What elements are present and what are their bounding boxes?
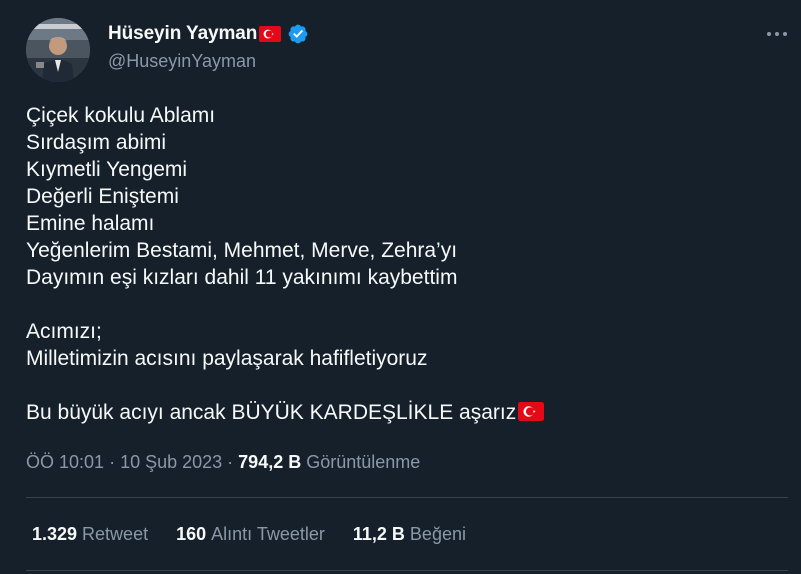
tweet-meta: ÖÖ 10:01 · 10 Şub 2023 · 794,2 B Görüntü… bbox=[26, 452, 420, 473]
meta-separator: · bbox=[227, 452, 239, 472]
tweet-last-line: Bu büyük acıyı ancak BÜYÜK KARDEŞLİKLE a… bbox=[26, 399, 766, 426]
tweet-line: Acımızı; bbox=[26, 320, 102, 343]
flag-turkey-icon bbox=[259, 26, 282, 42]
tweet-line: Yeğenlerim Bestami, Mehmet, Merve, Zehra… bbox=[26, 239, 458, 262]
flag-turkey-icon bbox=[518, 402, 545, 421]
quotes-count: 160 bbox=[176, 524, 207, 544]
views-count: 794,2 B bbox=[238, 452, 302, 472]
views-label: Görüntülenme bbox=[306, 452, 421, 472]
retweets-stat[interactable]: 1.329 Retweet bbox=[32, 524, 148, 545]
tweet-card: Hüseyin Yayman @HuseyinYayman Çiçek koku… bbox=[0, 0, 801, 574]
tweet-last-line-text: Bu büyük acıyı ancak BÜYÜK KARDEŞLİKLE a… bbox=[26, 401, 517, 424]
tweet-stats: 1.329 Retweet 160 Alıntı Tweetler 11,2 B Be… bbox=[32, 524, 494, 545]
tweet-text: Çiçek kokulu Ablamı Sırdaşım abimi Kıyme… bbox=[26, 102, 766, 426]
divider bbox=[26, 497, 788, 498]
likes-count: 11,2 B bbox=[352, 524, 405, 544]
quotes-stat[interactable]: 160 Alıntı Tweetler bbox=[176, 524, 325, 545]
tweet-line: Dayımın eşi kızları dahil 11 yakınımı ka… bbox=[26, 266, 458, 289]
tweet-line: Değerli Eniştemi bbox=[26, 185, 179, 208]
author-handle[interactable]: @HuseyinYayman bbox=[108, 51, 256, 72]
likes-stat[interactable]: 11,2 B Beğeni bbox=[353, 524, 466, 545]
more-options-icon[interactable] bbox=[765, 24, 789, 44]
tweet-line: Kıymetli Yengemi bbox=[26, 158, 188, 181]
tweet-line: Emine halamı bbox=[26, 212, 155, 235]
avatar-photo-icon bbox=[26, 18, 90, 82]
tweet-time[interactable]: ÖÖ 10:01 bbox=[26, 452, 104, 472]
verified-badge-icon[interactable] bbox=[287, 23, 309, 45]
likes-label: Beğeni bbox=[409, 524, 466, 544]
avatar[interactable] bbox=[26, 18, 90, 82]
divider bbox=[26, 570, 788, 571]
author-display-name[interactable]: Hüseyin Yayman bbox=[108, 23, 257, 45]
quotes-label: Alıntı Tweetler bbox=[211, 524, 325, 544]
tweet-line: Milletimizin acısını paylaşarak hafiflet… bbox=[26, 347, 428, 370]
author-name-row[interactable]: Hüseyin Yayman bbox=[108, 22, 309, 46]
tweet-line: Çiçek kokulu Ablamı bbox=[26, 104, 216, 127]
retweets-label: Retweet bbox=[82, 524, 149, 544]
tweet-line: Sırdaşım abimi bbox=[26, 131, 167, 154]
meta-separator: · bbox=[109, 452, 121, 472]
tweet-date[interactable]: 10 Şub 2023 bbox=[120, 452, 222, 472]
retweets-count: 1.329 bbox=[32, 524, 78, 544]
